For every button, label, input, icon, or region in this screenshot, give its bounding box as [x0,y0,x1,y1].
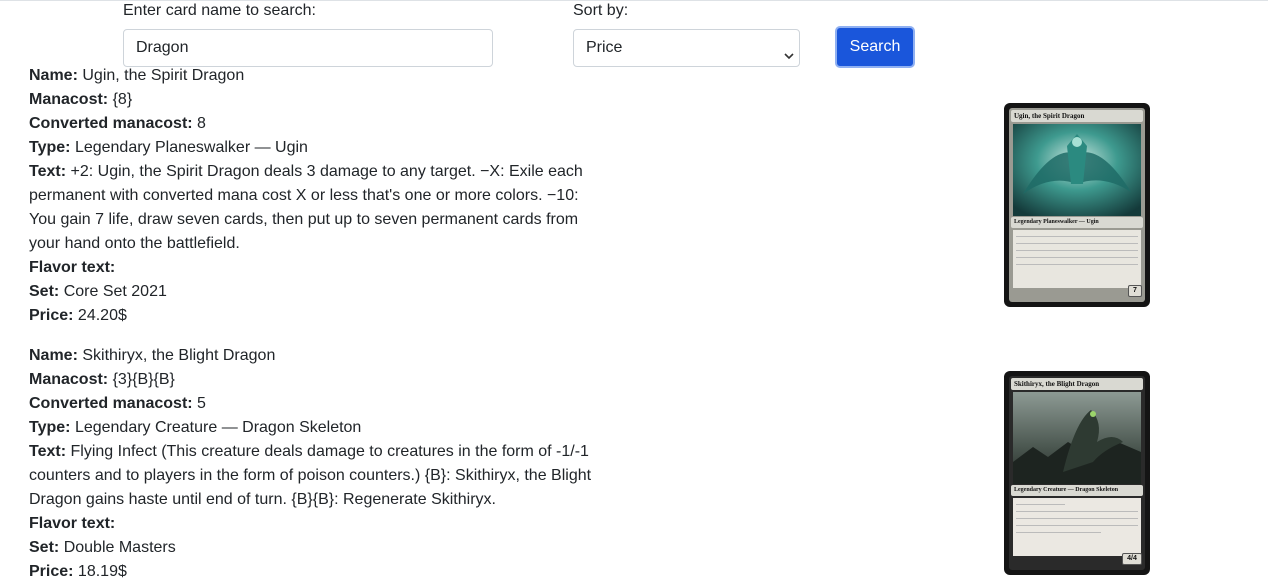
field-label: Converted manacost: [29,115,193,132]
card-price: 18.19$ [77,563,127,580]
card-manacost: {8} [112,91,133,108]
field-label: Price: [29,563,74,580]
card-image-loyalty: 7 [1128,285,1142,297]
card-flavor-row: Flavor text: [29,256,604,280]
card-text-row: Text: Flying Infect (This creature deals… [29,440,604,512]
card-name: Skithiryx, the Blight Dragon [82,347,276,364]
card-set: Core Set 2021 [63,283,167,300]
sort-select[interactable]: Price [573,29,800,67]
field-label: Flavor text: [29,515,116,532]
sort-label: Sort by: [573,2,629,19]
field-label: Price: [29,307,74,324]
field-label: Manacost: [29,91,109,108]
sort-selected-value: Price [586,39,623,56]
card-manacost: {3}{B}{B} [112,371,175,388]
card-image-textbox [1013,230,1141,288]
chevron-down-icon [783,41,795,60]
card-image-title: Ugin, the Spirit Dragon [1011,110,1143,122]
card-manacost-row: Manacost: {3}{B}{B} [29,368,604,392]
card-text-row: Text: +2: Ugin, the Spirit Dragon deals … [29,160,604,256]
card-cmc: 5 [197,395,206,412]
card-image-type: Legendary Planeswalker — Ugin [1011,217,1143,228]
card-image: Ugin, the Spirit Dragon Legendary Planes… [1004,103,1150,307]
search-input[interactable] [123,29,493,67]
card-cmc: 8 [197,115,206,132]
card-art [1013,124,1141,216]
card-image: Skithiryx, the Blight Dragon Legendary C… [1004,371,1150,575]
field-label: Text: [29,443,67,460]
card-text: +2: Ugin, the Spirit Dragon deals 3 dama… [29,163,583,252]
field-label: Type: [29,419,71,436]
card-price-row: Price: 18.19$ [29,560,604,584]
field-label: Name: [29,347,78,364]
card-set-row: Set: Core Set 2021 [29,280,604,304]
card-flavor-row: Flavor text: [29,512,604,536]
field-label: Manacost: [29,371,109,388]
card-name-row: Name: Skithiryx, the Blight Dragon [29,344,604,368]
field-label: Flavor text: [29,259,116,276]
card-type-row: Type: Legendary Planeswalker — Ugin [29,136,604,160]
card-type-row: Type: Legendary Creature — Dragon Skelet… [29,416,604,440]
field-label: Set: [29,283,60,300]
card-entry: Name: Ugin, the Spirit Dragon Manacost: … [29,64,604,328]
card-art [1013,392,1141,484]
card-set: Double Masters [63,539,176,556]
field-label: Converted manacost: [29,395,193,412]
field-label: Text: [29,163,67,180]
field-label: Type: [29,139,71,156]
card-image-power-toughness: 4/4 [1122,553,1142,565]
card-manacost-row: Manacost: {8} [29,88,604,112]
card-text: Flying Infect (This creature deals damag… [29,443,592,508]
search-label: Enter card name to search: [123,2,316,19]
field-label: Name: [29,67,78,84]
card-entry: Name: Skithiryx, the Blight Dragon Manac… [29,344,604,584]
card-cmc-row: Converted manacost: 5 [29,392,604,416]
card-type: Legendary Creature — Dragon Skeleton [74,419,362,436]
card-name-row: Name: Ugin, the Spirit Dragon [29,64,604,88]
card-type: Legendary Planeswalker — Ugin [74,139,308,156]
card-image-type: Legendary Creature — Dragon Skeleton [1011,485,1143,496]
field-label: Set: [29,539,60,556]
search-button[interactable]: Search [835,26,915,68]
card-name: Ugin, the Spirit Dragon [82,67,245,84]
card-image-title: Skithiryx, the Blight Dragon [1011,378,1143,390]
card-price-row: Price: 24.20$ [29,304,604,328]
card-price: 24.20$ [77,307,127,324]
card-cmc-row: Converted manacost: 8 [29,112,604,136]
card-image-textbox [1013,498,1141,556]
card-set-row: Set: Double Masters [29,536,604,560]
